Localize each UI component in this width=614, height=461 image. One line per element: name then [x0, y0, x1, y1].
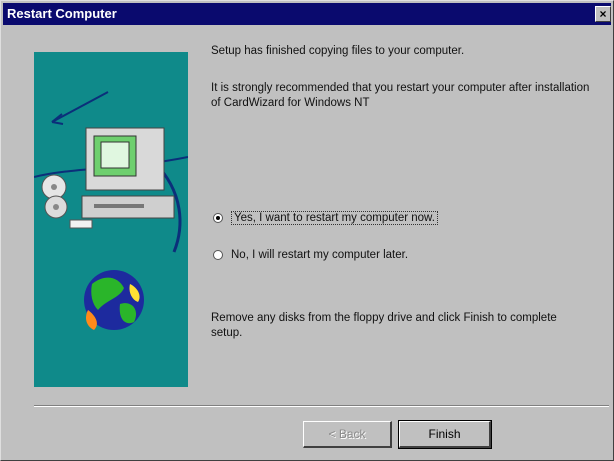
restart-computer-dialog: Restart Computer × Setup has finished co… [0, 0, 614, 461]
computer-globe-illustration [34, 91, 188, 330]
globe-icon [84, 270, 144, 330]
title-bar[interactable]: Restart Computer × [3, 3, 611, 25]
restart-recommendation-text: It is strongly recommended that you rest… [211, 82, 590, 109]
radio-restart-now[interactable]: Yes, I want to restart my computer now. [213, 211, 438, 225]
divider [34, 405, 609, 407]
radio-restart-later[interactable]: No, I will restart my computer later. [213, 249, 408, 261]
radio-restart-later-label[interactable]: No, I will restart my computer later. [231, 249, 408, 261]
finished-copying-text: Setup has finished copying files to your… [211, 45, 465, 57]
finish-button[interactable]: Finish [398, 420, 492, 449]
dialog-title: Restart Computer [7, 6, 117, 21]
radio-restart-now-label[interactable]: Yes, I want to restart my computer now. [231, 211, 438, 225]
setup-illustration [34, 52, 188, 387]
radio-button[interactable] [213, 250, 223, 260]
remove-disks-text: Remove any disks from the floppy drive a… [211, 312, 557, 339]
radio-button-selected[interactable] [213, 213, 223, 223]
close-button[interactable]: × [595, 6, 611, 22]
computer-icon [81, 127, 175, 219]
back-button[interactable]: < Back [303, 421, 392, 448]
